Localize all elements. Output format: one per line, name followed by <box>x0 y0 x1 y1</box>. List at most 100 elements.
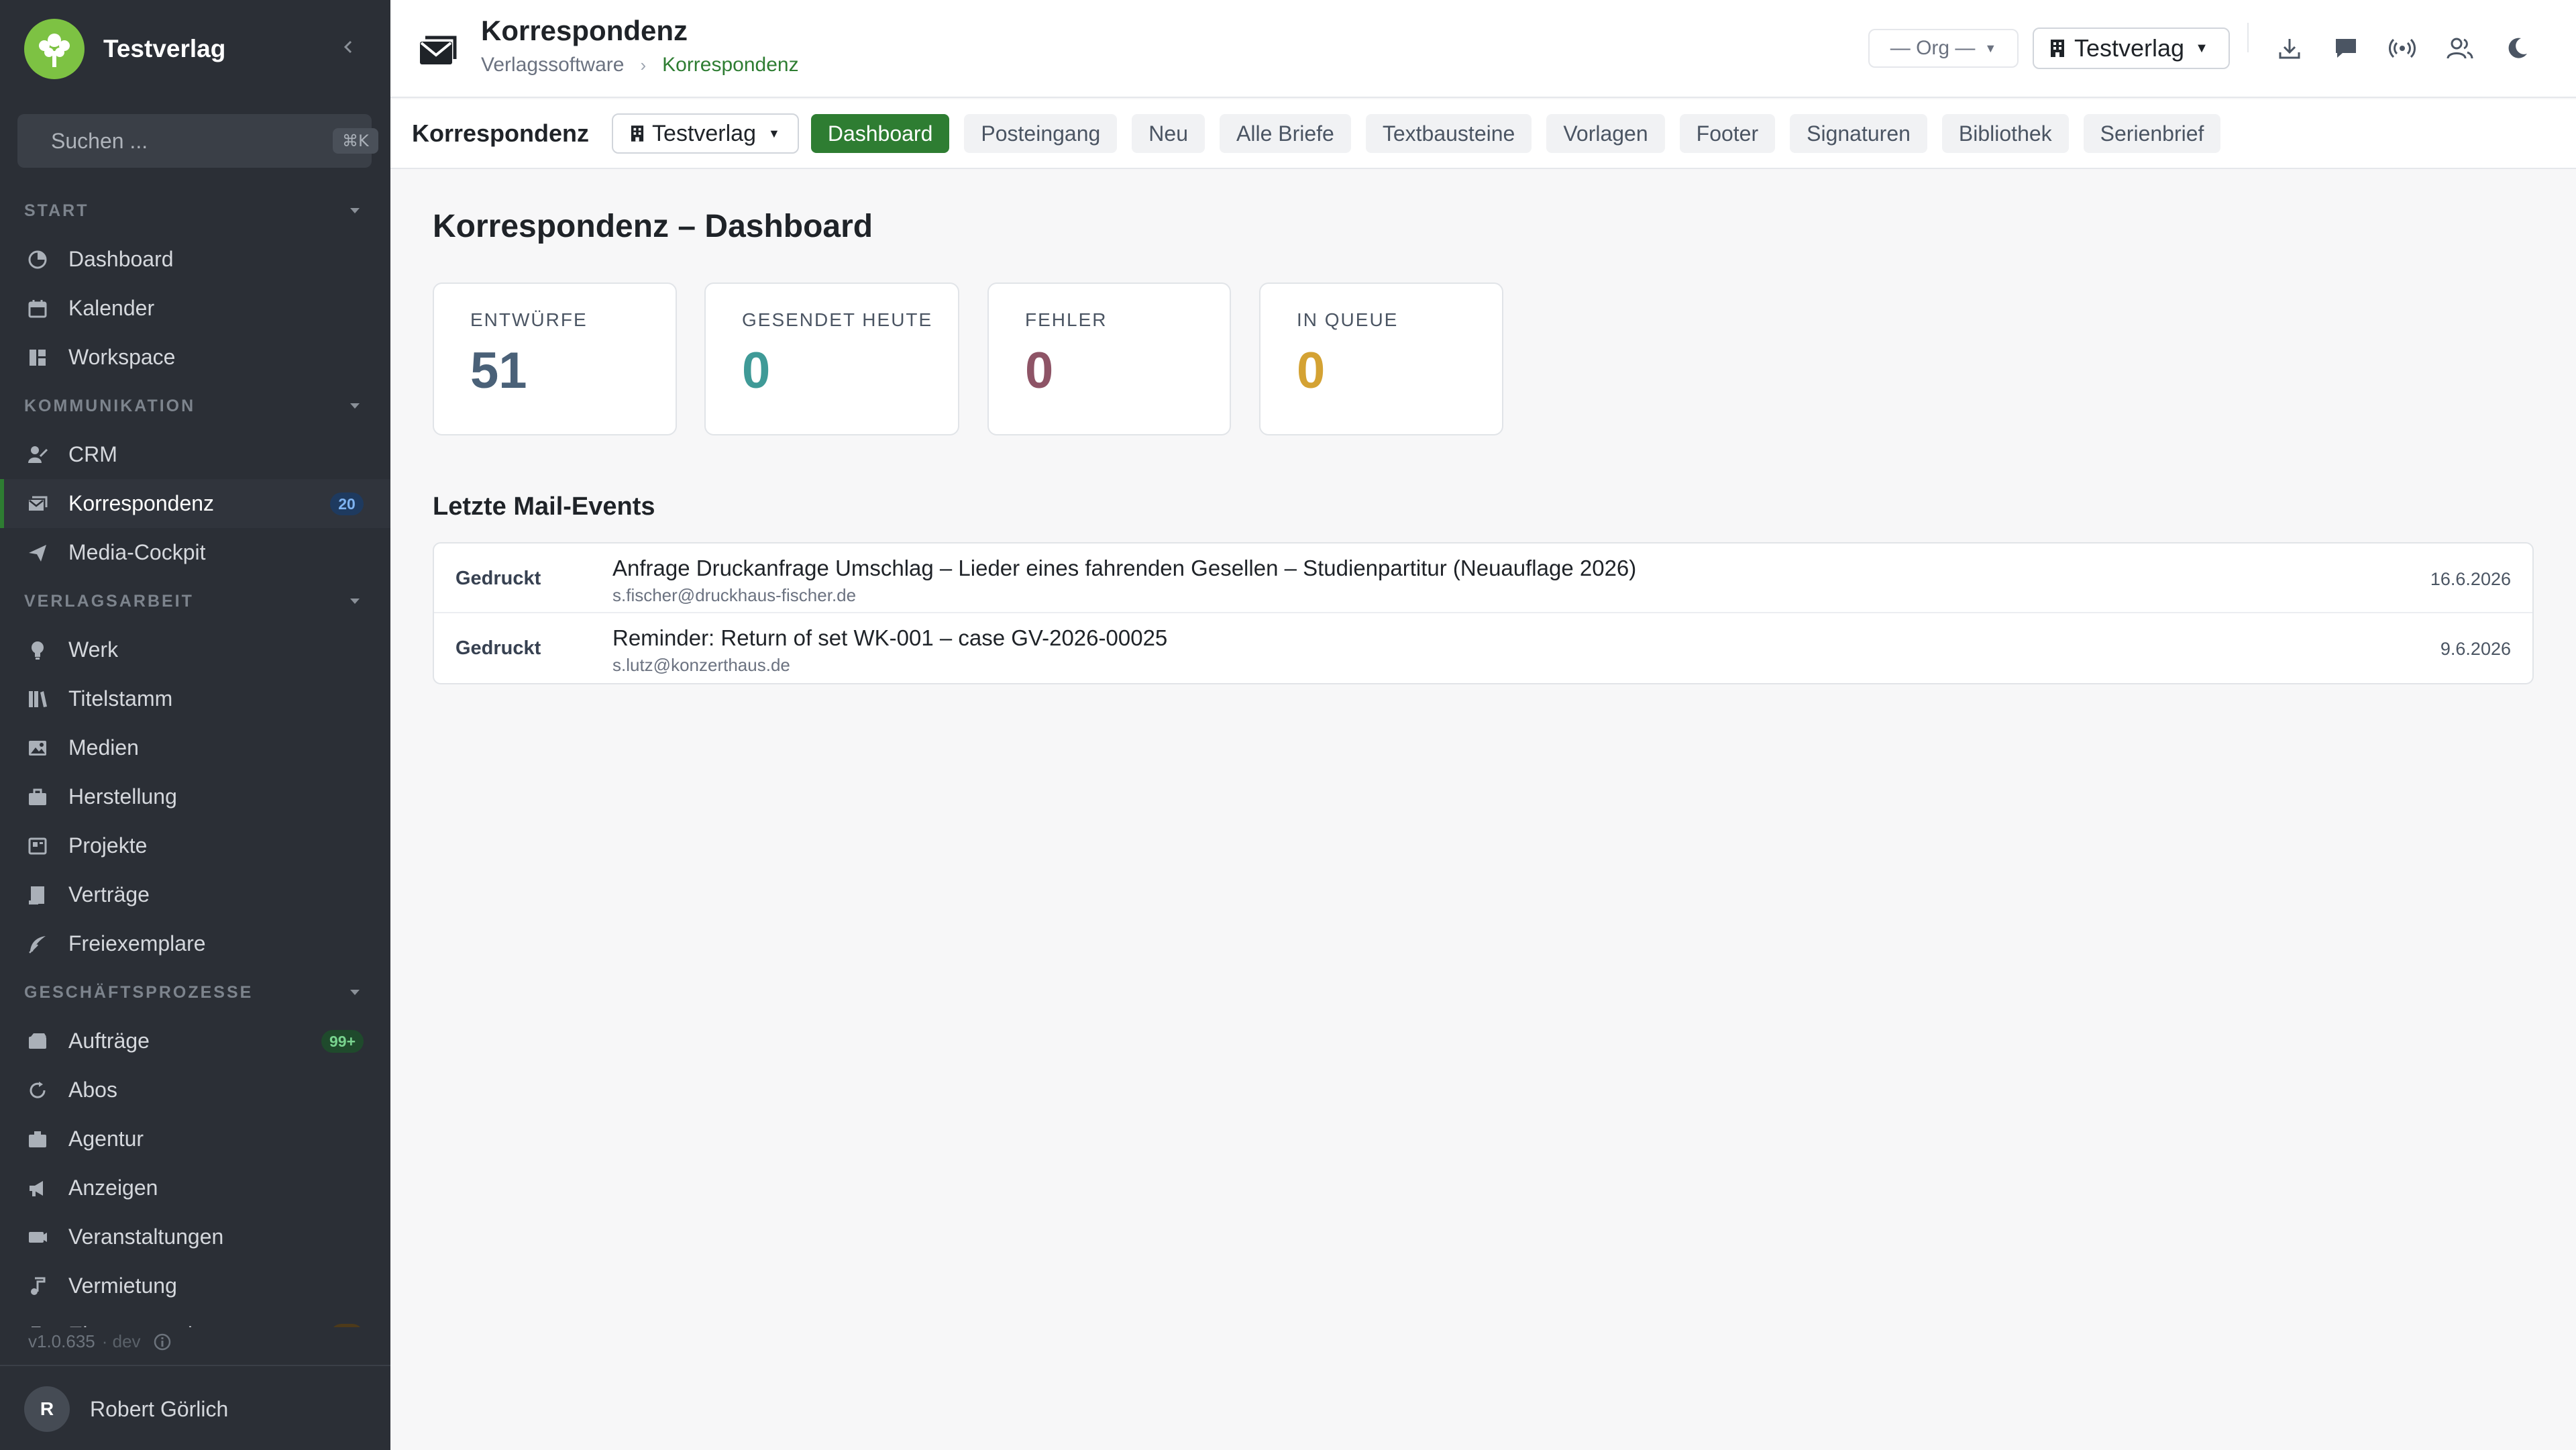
collapse-sidebar-button[interactable] <box>335 34 362 60</box>
sidebar-item-verträge[interactable]: Verträge <box>0 870 390 919</box>
count-badge: 99+ <box>321 1030 364 1053</box>
sidebar-item-freiexemplare[interactable]: Freiexemplare <box>0 919 390 968</box>
search-shortcut: ⌘K <box>333 128 378 154</box>
sidebar-item-agentur[interactable]: Agentur <box>0 1115 390 1163</box>
sidebar-section-label: START <box>24 201 89 220</box>
search-box[interactable]: ⌘K <box>17 114 378 168</box>
tab-vorlagen[interactable]: Vorlagen <box>1546 114 1665 153</box>
sidebar-item-vermietung[interactable]: Vermietung <box>0 1261 390 1310</box>
kpi-value: 0 <box>1297 342 1326 399</box>
sidebar-item-kalender[interactable]: Kalender <box>0 284 390 333</box>
sidebar-item-titelstamm[interactable]: Titelstamm <box>0 674 390 723</box>
mail-event-row[interactable]: Gedruckt Reminder: Return of set WK-001 … <box>434 613 2532 683</box>
sidebar-item-label: Freiexemplare <box>68 931 206 955</box>
briefcase-icon <box>24 784 51 811</box>
brand[interactable]: Testverlag <box>24 19 373 79</box>
sidebar-item-label: Abos <box>68 1078 117 1102</box>
caret-down-icon: ▼ <box>1984 41 1997 55</box>
sidebar-item-werk[interactable]: Werk <box>0 625 390 674</box>
mail-event-row[interactable]: Gedruckt Anfrage Druckanfrage Umschlag –… <box>434 543 2532 613</box>
brand-name: Testverlag <box>103 35 226 62</box>
sidebar-item-projekte[interactable]: Projekte <box>0 821 390 870</box>
sidebar-item-label: Vermietung <box>68 1274 177 1298</box>
sidebar-item-herstellung[interactable]: Herstellung <box>0 772 390 821</box>
tab-bibliothek[interactable]: Bibliothek <box>1941 114 2069 153</box>
sidebar-item-workspace[interactable]: Workspace <box>0 333 390 382</box>
tab-alle-briefe[interactable]: Alle Briefe <box>1220 114 1351 153</box>
breadcrumb-root[interactable]: Verlagssoftware <box>481 54 624 76</box>
kpi-label: IN QUEUE <box>1297 309 1399 330</box>
org-select[interactable]: — Org — ▼ <box>1868 29 2019 68</box>
sidebar-item-label: Werk <box>68 637 119 662</box>
tab-signaturen[interactable]: Signaturen <box>1790 114 1927 153</box>
crm-icon <box>24 442 51 468</box>
tenant-select-value: Testverlag <box>2074 34 2185 62</box>
music-icon <box>24 1273 51 1300</box>
kpi-card-sent-today[interactable]: GESENDET HEUTE 0 <box>704 282 959 435</box>
tab-footer[interactable]: Footer <box>1679 114 1776 153</box>
kpi-label: FEHLER <box>1025 309 1108 330</box>
sidebar-item-label: Korrespondenz <box>68 491 215 515</box>
dark-mode-icon[interactable] <box>2501 32 2533 64</box>
sidebar-section-header[interactable]: VERLAGSARBEIT <box>0 577 390 625</box>
kpi-card-errors[interactable]: FEHLER 0 <box>987 282 1231 435</box>
kpi-card-drafts[interactable]: ENTWÜRFE 51 <box>433 282 677 435</box>
caret-down-icon <box>349 402 361 410</box>
caret-down-icon <box>349 207 361 215</box>
sidebar-item-media-cockpit[interactable]: Media-Cockpit <box>0 528 390 577</box>
sidebar-section-header[interactable]: KOMMUNIKATION <box>0 382 390 430</box>
search-input[interactable] <box>51 128 333 154</box>
sidebar-item-label: Anzeigen <box>68 1176 158 1200</box>
sidebar-item-label: Media-Cockpit <box>68 540 206 564</box>
sidebar-item-abos[interactable]: Abos <box>0 1066 390 1115</box>
download-icon[interactable] <box>2273 32 2306 64</box>
count-badge: 18 <box>330 1324 364 1327</box>
sidebar-item-eingangsrechnungen[interactable]: Eingangsrechnungen 18 <box>0 1310 390 1327</box>
sidebar-item-label: Workspace <box>68 345 176 369</box>
tenant-select[interactable]: Testverlag ▼ <box>2033 28 2230 69</box>
kpi-card-queue[interactable]: IN QUEUE 0 <box>1259 282 1503 435</box>
sidebar-item-korrespondenz[interactable]: Korrespondenz 20 <box>0 479 390 528</box>
chat-icon[interactable] <box>2330 32 2362 64</box>
org-select-value: — Org — <box>1890 37 1976 59</box>
mail-events-list: Gedruckt Anfrage Druckanfrage Umschlag –… <box>433 542 2534 684</box>
sidebar-section-label: VERLAGSARBEIT <box>24 591 194 611</box>
tab-textbausteine[interactable]: Textbausteine <box>1365 114 1532 153</box>
count-badge: 20 <box>330 493 364 515</box>
project-icon <box>24 833 51 860</box>
sidebar-item-label: Agentur <box>68 1127 144 1151</box>
sidebar-item-crm[interactable]: CRM <box>0 430 390 479</box>
version-env: · dev <box>101 1331 141 1351</box>
sidebar-item-aufträge[interactable]: Aufträge 99+ <box>0 1017 390 1066</box>
event-date: 16.6.2026 <box>2430 569 2511 589</box>
users-icon[interactable] <box>2444 32 2476 64</box>
user-menu[interactable]: R Robert Görlich <box>24 1384 228 1435</box>
event-subject: Reminder: Return of set WK-001 – case GV… <box>612 625 1168 650</box>
agency-icon <box>24 1126 51 1153</box>
tab-serienbrief[interactable]: Serienbrief <box>2083 114 2221 153</box>
send-icon <box>24 539 51 566</box>
sidebar-section-header[interactable]: GESCHÄFTSPROZESSE <box>0 968 390 1017</box>
module-subnav: Korrespondenz Testverlag ▼ Dashboard Post… <box>390 99 2576 169</box>
info-icon[interactable] <box>153 1333 172 1351</box>
sidebar-item-label: Projekte <box>68 833 148 858</box>
events-title: Letzte Mail-Events <box>433 493 655 521</box>
breadcrumb-chevron-icon: › <box>640 54 647 75</box>
tab-neu[interactable]: Neu <box>1132 114 1205 153</box>
refresh-icon <box>24 1077 51 1104</box>
module-tenant-select[interactable]: Testverlag ▼ <box>612 113 799 154</box>
sidebar-item-medien[interactable]: Medien <box>0 723 390 772</box>
ticket-icon <box>24 1224 51 1251</box>
sidebar-item-veranstaltungen[interactable]: Veranstaltungen <box>0 1212 390 1261</box>
breadcrumb-current[interactable]: Korrespondenz <box>662 54 798 76</box>
sidebar-section-header[interactable]: START <box>0 187 390 235</box>
sidebar-item-dashboard[interactable]: Dashboard <box>0 235 390 284</box>
sidebar-item-label: Dashboard <box>68 247 174 271</box>
sidebar-item-anzeigen[interactable]: Anzeigen <box>0 1163 390 1212</box>
tab-posteingang[interactable]: Posteingang <box>964 114 1118 153</box>
broadcast-icon[interactable] <box>2386 32 2418 64</box>
kpi-value: 51 <box>470 342 527 399</box>
tab-dashboard[interactable]: Dashboard <box>810 114 950 153</box>
calendar-icon <box>24 295 51 322</box>
caret-down-icon <box>349 597 361 605</box>
